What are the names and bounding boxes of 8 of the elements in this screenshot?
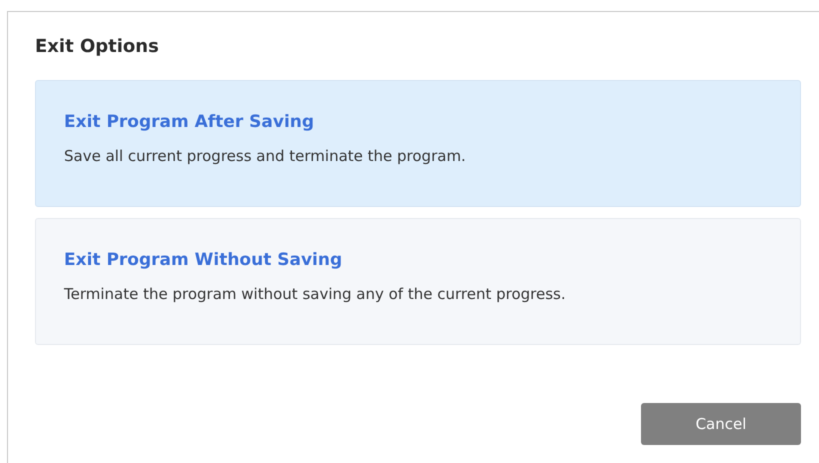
option-description: Save all current progress and terminate the program. xyxy=(64,147,466,165)
exit-option[interactable]: Exit Program After Saving Save all current progress and terminate the program. xyxy=(35,80,801,207)
exit-option[interactable]: Exit Program Without Saving Terminate the program without saving any of the current progress. xyxy=(35,218,801,345)
option-description: Terminate the program without saving any of the current progress. xyxy=(64,285,566,303)
dialog-title: Exit Options xyxy=(35,36,159,57)
option-title: Exit Program Without Saving xyxy=(64,250,342,270)
option-title: Exit Program After Saving xyxy=(64,112,314,132)
cancel-button[interactable]: Cancel xyxy=(641,403,801,445)
